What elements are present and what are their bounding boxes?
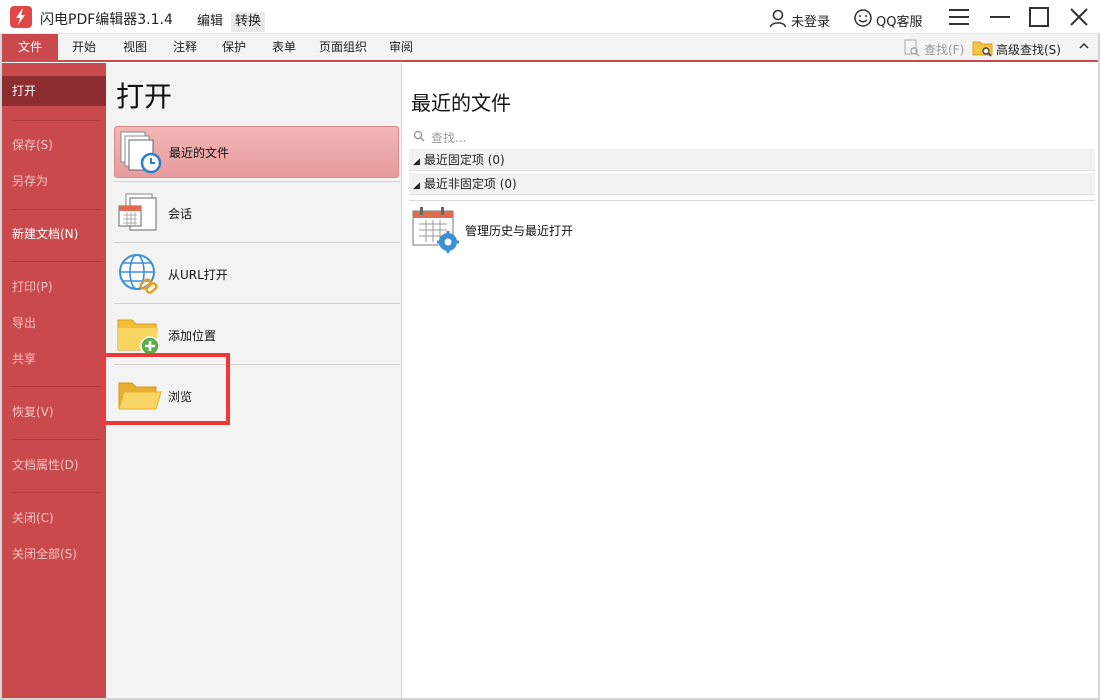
recent-search-box[interactable]: 查找... <box>413 129 466 146</box>
tab-form[interactable]: 表单 <box>272 34 296 60</box>
tab-protect[interactable]: 保护 <box>222 34 246 60</box>
session-calendar-icon <box>114 188 164 238</box>
tab-review[interactable]: 审阅 <box>389 34 413 60</box>
minimize-icon[interactable] <box>989 6 1011 28</box>
maximize-icon[interactable] <box>1028 6 1050 28</box>
qq-label: QQ客服 <box>876 14 923 30</box>
tab-file[interactable]: 文件 <box>2 34 58 60</box>
recent-files-clock-icon <box>115 127 165 177</box>
tab-annotate[interactable]: 注释 <box>173 34 197 60</box>
panel-divider <box>114 181 400 182</box>
find-label: 查找(F) <box>924 43 965 57</box>
sidebar-divider <box>10 386 102 387</box>
recent-files-title: 最近的文件 <box>411 91 511 115</box>
panel-divider <box>114 242 400 243</box>
open-option-from-url[interactable]: 从URL打开 <box>114 248 399 300</box>
sidebar-divider <box>10 209 102 210</box>
expand-triangle-icon: ◢ <box>413 181 420 191</box>
recent-divider <box>409 200 1095 201</box>
hamburger-menu-icon[interactable] <box>948 6 970 28</box>
smiley-icon <box>853 8 873 32</box>
globe-link-icon <box>114 249 164 299</box>
sidebar-item-export[interactable]: 导出 <box>2 308 106 338</box>
file-sidebar: 打开 保存(S) 另存为 新建文档(N) 打印(P) 导出 共享 恢复(V) 文… <box>2 63 106 698</box>
manage-history-button[interactable]: 管理历史与最近打开 <box>411 205 573 256</box>
pinned-group-label: 最近固定项 (0) <box>423 153 505 167</box>
app-title: 闪电PDF编辑器3.1.4 <box>40 12 173 28</box>
open-option-recent-files[interactable]: 最近的文件 <box>114 126 399 178</box>
advanced-find-label: 高级查找(S) <box>996 43 1061 57</box>
sidebar-item-share[interactable]: 共享 <box>2 344 106 374</box>
sidebar-divider <box>10 261 102 262</box>
tab-view[interactable]: 视图 <box>123 34 147 60</box>
recent-search-placeholder: 查找... <box>431 131 467 145</box>
mode-tab-convert[interactable]: 转换 <box>231 12 266 32</box>
sidebar-item-close-all[interactable]: 关闭全部(S) <box>2 539 106 569</box>
from-url-label: 从URL打开 <box>168 267 228 282</box>
find-document-icon <box>902 38 922 61</box>
login-button[interactable]: 未登录 <box>768 8 830 32</box>
folder-search-icon <box>972 38 994 61</box>
recent-files-panel: 最近的文件 查找... ◢ 最近固定项 (0) ◢ 最近非固定项 (0) 管理历史与… <box>403 63 1098 698</box>
sidebar-divider <box>10 439 102 440</box>
qq-support-button[interactable]: QQ客服 <box>853 8 922 32</box>
find-button[interactable]: 查找(F) <box>902 38 964 61</box>
login-label: 未登录 <box>791 14 831 30</box>
panel-divider <box>114 303 400 304</box>
title-bar: 闪电PDF编辑器3.1.4 编辑 转换 未登录 QQ客服 <box>0 0 1100 34</box>
sidebar-item-doc-properties[interactable]: 文档属性(D) <box>2 450 106 480</box>
session-label: 会话 <box>168 206 193 221</box>
sidebar-item-save[interactable]: 保存(S) <box>2 130 106 160</box>
tab-page-organize[interactable]: 页面组织 <box>319 34 367 60</box>
tab-start[interactable]: 开始 <box>72 34 96 60</box>
manage-history-label: 管理历史与最近打开 <box>465 224 574 238</box>
recent-files-label: 最近的文件 <box>169 145 230 160</box>
advanced-find-button[interactable]: 高级查找(S) <box>972 38 1061 61</box>
sidebar-item-save-as[interactable]: 另存为 <box>2 166 106 196</box>
window-border-left <box>0 34 2 700</box>
search-icon <box>413 130 425 145</box>
close-icon[interactable] <box>1068 6 1090 28</box>
lightning-logo-icon <box>10 6 32 28</box>
mode-tab-edit[interactable]: 编辑 <box>193 12 227 32</box>
sidebar-item-new-document[interactable]: 新建文档(N) <box>2 219 106 249</box>
unpinned-group-header[interactable]: ◢ 最近非固定项 (0) <box>409 173 1095 195</box>
sidebar-item-restore[interactable]: 恢复(V) <box>2 397 106 427</box>
open-option-session[interactable]: 会话 <box>114 187 399 239</box>
sidebar-item-print[interactable]: 打印(P) <box>2 272 106 302</box>
calendar-gear-icon <box>411 205 461 256</box>
pinned-group-header[interactable]: ◢ 最近固定项 (0) <box>409 149 1095 171</box>
ribbon-tab-bar: 文件 开始 视图 注释 保护 表单 页面组织 审阅 查找(F) 高级查找(S) <box>0 34 1100 62</box>
user-icon <box>768 8 788 32</box>
sidebar-divider <box>10 120 102 121</box>
collapse-ribbon-icon[interactable] <box>1078 40 1090 55</box>
sidebar-item-close[interactable]: 关闭(C) <box>2 503 106 533</box>
open-panel-title: 打开 <box>116 80 173 113</box>
sidebar-item-open[interactable]: 打开 <box>2 76 106 106</box>
unpinned-group-label: 最近非固定项 (0) <box>423 177 517 191</box>
browse-highlight-box <box>101 353 230 425</box>
sidebar-divider <box>10 492 102 493</box>
add-location-label: 添加位置 <box>168 328 217 343</box>
expand-triangle-icon: ◢ <box>413 157 420 167</box>
